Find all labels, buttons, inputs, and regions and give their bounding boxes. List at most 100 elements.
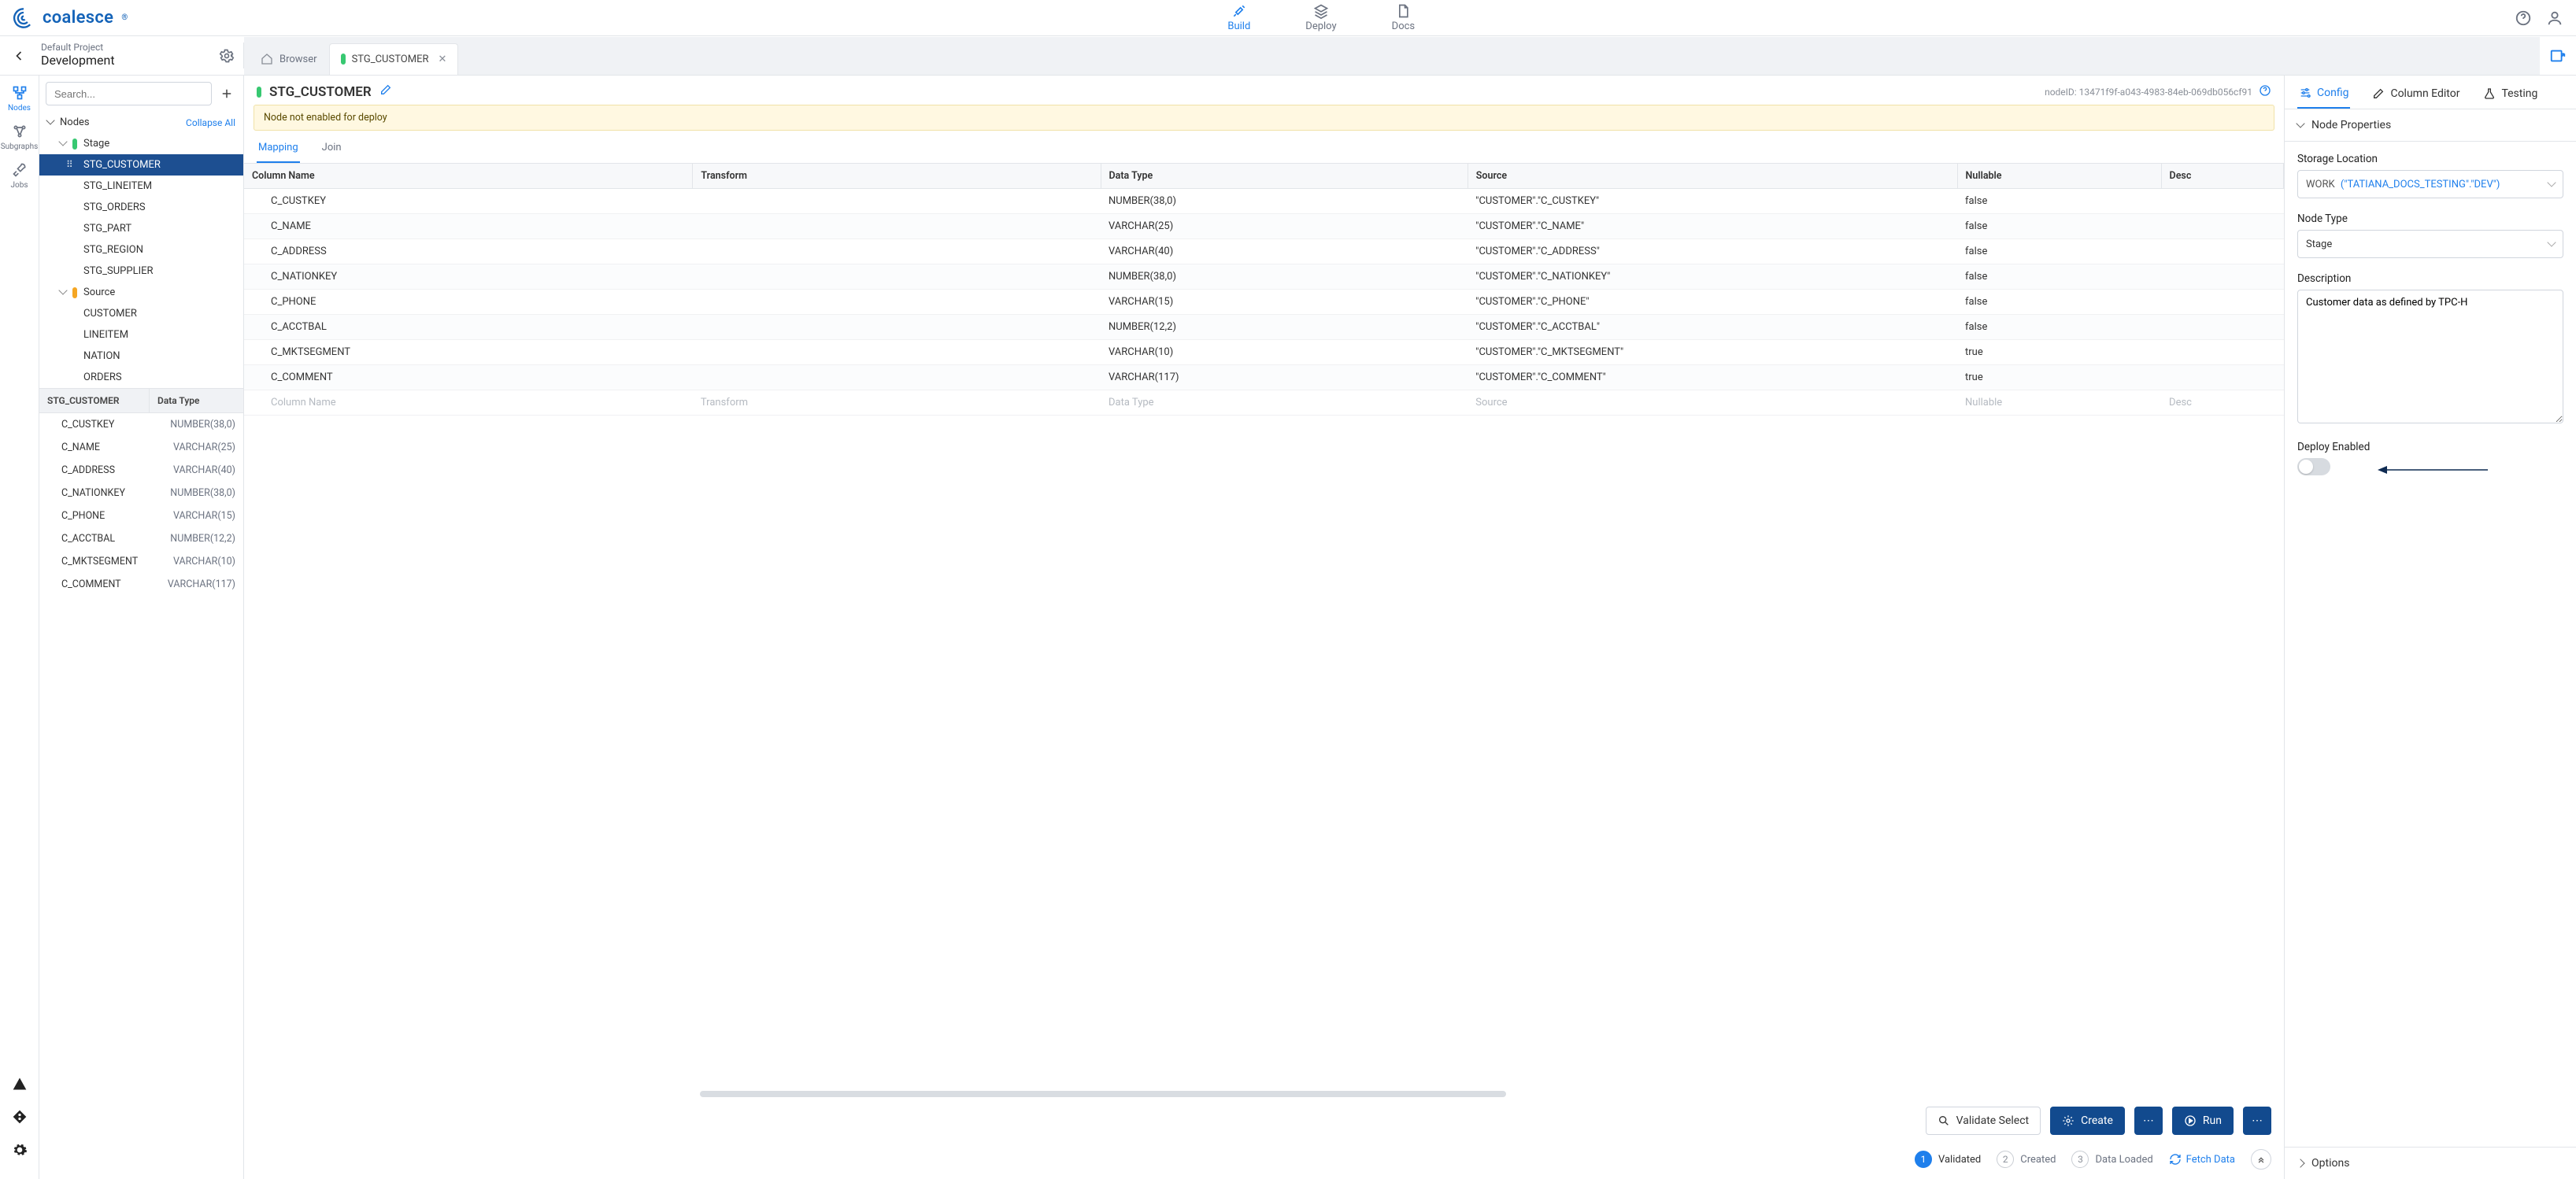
column-name: C_CUSTKEY [39, 413, 149, 436]
node-type-select[interactable]: Stage [2297, 230, 2563, 258]
column-list-row[interactable]: C_ADDRESSVARCHAR(40) [39, 459, 243, 482]
column-list-row[interactable]: C_NAMEVARCHAR(25) [39, 436, 243, 459]
right-tab-config[interactable]: Config [2297, 83, 2350, 109]
tab-join[interactable]: Join [320, 134, 343, 163]
close-icon[interactable]: ✕ [438, 54, 446, 65]
horizontal-scrollbar[interactable] [257, 1091, 2271, 1099]
tree-node-customer[interactable]: CUSTOMER [39, 303, 243, 324]
wrench-icon [1231, 3, 1247, 19]
tree-group-source[interactable]: Source [39, 282, 243, 303]
tree-node-stg_customer[interactable]: STG_CUSTOMER [39, 154, 243, 176]
node-properties-label: Node Properties [2311, 119, 2391, 131]
tab-active-label: STG_CUSTOMER [352, 54, 429, 65]
node-id-text: nodeID: 13471f9f-a043-4983-84eb-069db056… [2045, 87, 2252, 98]
description-textarea[interactable] [2297, 290, 2563, 423]
edit-node-name-button[interactable] [379, 83, 392, 100]
tree-node-stg_part[interactable]: STG_PART [39, 218, 243, 239]
open-external-icon [2549, 47, 2567, 65]
column-list-row[interactable]: C_PHONEVARCHAR(15) [39, 504, 243, 527]
cell-name: C_NAME [244, 214, 693, 239]
fetch-data-button[interactable]: Fetch Data [2169, 1153, 2235, 1166]
deploy-enabled-toggle[interactable] [2297, 458, 2330, 475]
nav-deploy[interactable]: Deploy [1305, 3, 1336, 32]
column-list-row[interactable]: C_MKTSEGMENTVARCHAR(10) [39, 550, 243, 573]
column-list-row[interactable]: C_ACCTBALNUMBER(12,2) [39, 527, 243, 550]
column-list-row[interactable]: C_CUSTKEYNUMBER(38,0) [39, 413, 243, 436]
status-step-validated: 1Validated [1915, 1151, 1981, 1168]
chevron-down-icon[interactable] [47, 116, 54, 128]
user-button[interactable] [2546, 9, 2563, 27]
storage-location-select[interactable]: WORK ("TATIANA_DOCS_TESTING"."DEV") [2297, 170, 2563, 198]
table-row[interactable]: C_ADDRESSVARCHAR(40)"CUSTOMER"."C_ADDRES… [244, 239, 2284, 264]
cell-name: C_MKTSEGMENT [244, 340, 693, 365]
nav-build[interactable]: Build [1227, 3, 1250, 32]
lower-header-name: STG_CUSTOMER [39, 389, 149, 412]
project-settings-button[interactable] [218, 47, 235, 65]
tree-node-stg_region[interactable]: STG_REGION [39, 239, 243, 261]
cell-desc [2161, 239, 2283, 264]
nav-build-label: Build [1227, 20, 1250, 32]
cell-datatype: NUMBER(38,0) [1101, 264, 1468, 290]
rail-git[interactable] [11, 1108, 28, 1125]
tab-browser[interactable]: Browser [249, 43, 329, 75]
search-input[interactable] [46, 82, 212, 105]
project-default-label: Default Project [41, 43, 207, 54]
col-header-nullable[interactable]: Nullable [1957, 164, 2161, 189]
open-external-button[interactable] [2540, 47, 2576, 65]
brand: coalesce® [13, 7, 128, 29]
collapse-all-link[interactable]: Collapse All [186, 117, 235, 128]
col-header-transform[interactable]: Transform [693, 164, 1101, 189]
rail-subgraphs[interactable]: Subgraphs [0, 124, 39, 151]
rail-subgraphs-label: Subgraphs [1, 142, 39, 151]
node-help-button[interactable] [2259, 84, 2271, 99]
table-row[interactable]: C_ACCTBALNUMBER(12,2)"CUSTOMER"."C_ACCTB… [244, 315, 2284, 340]
validate-select-button[interactable]: Validate Select [1926, 1107, 2041, 1135]
cell-nullable: false [1957, 189, 2161, 214]
run-more-button[interactable]: ⋯ [2243, 1107, 2271, 1135]
options-header[interactable]: Options [2285, 1147, 2576, 1179]
back-button[interactable] [8, 45, 30, 67]
create-button[interactable]: Create [2050, 1107, 2125, 1135]
create-more-button[interactable]: ⋯ [2134, 1107, 2163, 1135]
tree-node-stg_supplier[interactable]: STG_SUPPLIER [39, 261, 243, 282]
col-header-desc[interactable]: Desc [2161, 164, 2283, 189]
column-list-row[interactable]: C_COMMENTVARCHAR(117) [39, 573, 243, 596]
help-button[interactable] [2515, 9, 2532, 27]
cell-desc [2161, 315, 2283, 340]
table-row[interactable]: C_NATIONKEYNUMBER(38,0)"CUSTOMER"."C_NAT… [244, 264, 2284, 290]
right-tab-column-editor[interactable]: Column Editor [2371, 83, 2461, 109]
rail-problems[interactable] [11, 1075, 28, 1092]
node-properties-header[interactable]: Node Properties [2285, 109, 2576, 142]
right-tab-testing[interactable]: Testing [2482, 83, 2539, 109]
col-header-name[interactable]: Column Name [244, 164, 693, 189]
tree-node-stg_orders[interactable]: STG_ORDERS [39, 197, 243, 218]
flask-icon [2483, 87, 2496, 100]
stage-pill-icon [257, 87, 261, 98]
table-row[interactable]: C_PHONEVARCHAR(15)"CUSTOMER"."C_PHONE"fa… [244, 290, 2284, 315]
tab-mapping[interactable]: Mapping [257, 134, 300, 163]
add-node-button[interactable] [217, 83, 237, 104]
status-step-dataloaded: 3Data Loaded [2071, 1151, 2152, 1168]
tree-node-lineitem[interactable]: LINEITEM [39, 324, 243, 346]
tree-node-stg_lineitem[interactable]: STG_LINEITEM [39, 176, 243, 197]
status-step-created: 2Created [1997, 1151, 2056, 1168]
tree-node-nation[interactable]: NATION [39, 346, 243, 367]
column-list-row[interactable]: C_NATIONKEYNUMBER(38,0) [39, 482, 243, 504]
rail-nodes[interactable]: Nodes [0, 85, 39, 113]
table-row[interactable]: C_CUSTKEYNUMBER(38,0)"CUSTOMER"."C_CUSTK… [244, 189, 2284, 214]
table-row[interactable]: C_COMMENTVARCHAR(117)"CUSTOMER"."C_COMME… [244, 365, 2284, 390]
col-header-datatype[interactable]: Data Type [1101, 164, 1468, 189]
tree-node-orders[interactable]: ORDERS [39, 367, 243, 388]
cell-desc [2161, 340, 2283, 365]
expand-results-button[interactable] [2251, 1149, 2271, 1170]
run-button[interactable]: Run [2172, 1107, 2234, 1135]
tab-stg-customer[interactable]: STG_CUSTOMER ✕ [329, 43, 459, 75]
rail-jobs[interactable]: Jobs [0, 162, 39, 190]
table-row[interactable]: C_MKTSEGMENTVARCHAR(10)"CUSTOMER"."C_MKT… [244, 340, 2284, 365]
col-header-source[interactable]: Source [1468, 164, 1957, 189]
nav-docs[interactable]: Docs [1392, 3, 1415, 32]
rail-settings[interactable] [11, 1141, 28, 1159]
table-row[interactable]: C_NAMEVARCHAR(25)"CUSTOMER"."C_NAME"fals… [244, 214, 2284, 239]
tree-group-stage[interactable]: Stage [39, 133, 243, 154]
help-icon [2515, 9, 2532, 27]
